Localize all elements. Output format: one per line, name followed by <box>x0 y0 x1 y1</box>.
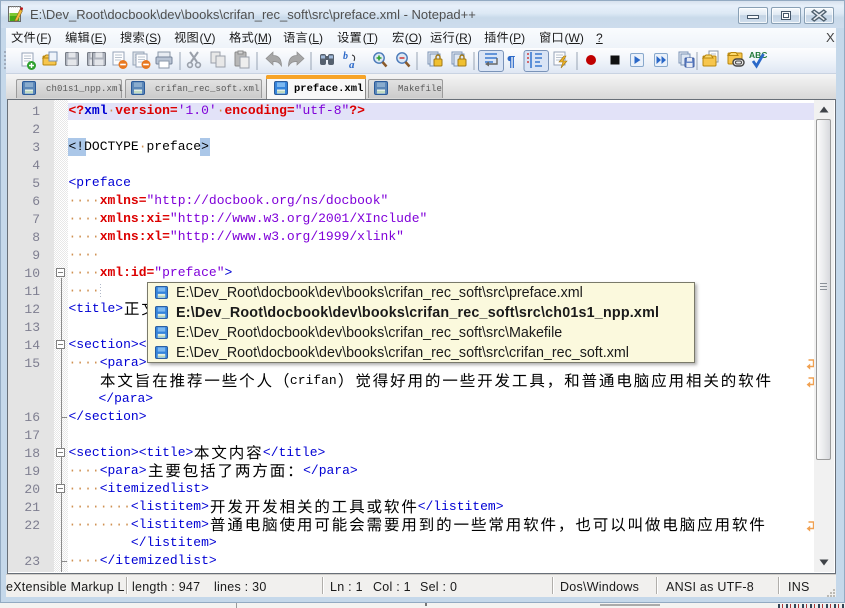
svg-text:b: b <box>343 51 348 62</box>
svg-text:¶: ¶ <box>507 53 515 70</box>
svg-text:ABC: ABC <box>749 50 767 60</box>
